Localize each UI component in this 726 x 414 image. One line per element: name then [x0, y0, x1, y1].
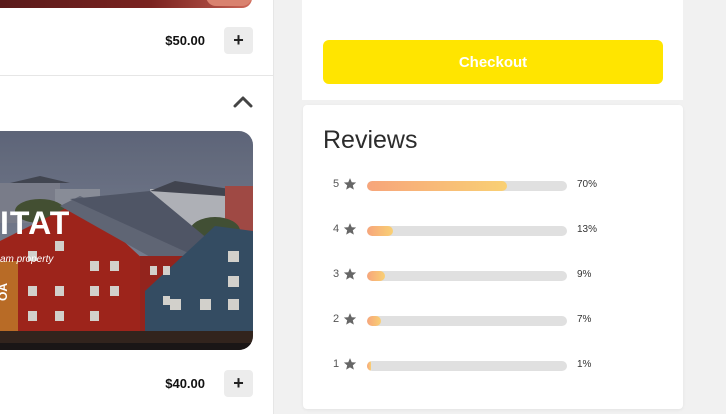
star-icon: [343, 178, 357, 190]
rating-row: 5 70%: [333, 176, 633, 192]
star-icon: [343, 223, 357, 235]
property-title: ITAT: [0, 205, 71, 241]
property-subtitle: am property: [0, 254, 54, 265]
rating-star-count: 3: [333, 268, 340, 280]
star-icon: [343, 268, 357, 280]
rating-bar-track: [367, 181, 567, 191]
rating-row: 2 7%: [333, 311, 633, 327]
rating-bar-fill: [367, 361, 371, 371]
rating-row: 3 9%: [333, 266, 633, 282]
rating-percent: 9%: [577, 269, 592, 280]
add-item-button[interactable]: +: [224, 27, 253, 54]
divider: [0, 75, 274, 76]
rating-bar-fill: [367, 181, 507, 191]
checkout-button[interactable]: Checkout: [323, 40, 663, 84]
rating-row: 1 1%: [333, 356, 633, 372]
rating-star-count: 5: [333, 178, 340, 190]
chevron-up-icon[interactable]: [232, 94, 254, 108]
cart-panel: $50.00 + ITAT am property OA $40.00 +: [0, 0, 274, 414]
rating-percent: 7%: [577, 314, 592, 325]
rating-bar-fill: [367, 226, 393, 236]
product-badge-partial: [206, 0, 252, 6]
property-side-label: OA: [0, 283, 10, 301]
star-icon: [343, 313, 357, 325]
item-price: $50.00: [165, 33, 205, 48]
rating-percent: 70%: [577, 179, 598, 190]
rating-bar-fill: [367, 271, 385, 281]
reviews-title: Reviews: [323, 126, 418, 154]
rating-bar-track: [367, 271, 567, 281]
rating-star-count: 1: [333, 358, 340, 370]
star-icon: [343, 358, 357, 370]
rating-star-count: 4: [333, 223, 340, 235]
rating-bar-track: [367, 361, 567, 371]
rating-bar-fill: [367, 316, 381, 326]
rating-bar-track: [367, 316, 567, 326]
rating-bar-track: [367, 226, 567, 236]
add-item-button[interactable]: +: [224, 370, 253, 397]
rating-star-count: 2: [333, 313, 340, 325]
item-price: $40.00: [165, 376, 205, 391]
rating-row: 4 13%: [333, 221, 633, 237]
rating-percent: 1%: [577, 359, 592, 370]
property-image[interactable]: ITAT am property OA: [0, 131, 253, 350]
rating-percent: 13%: [577, 224, 598, 235]
